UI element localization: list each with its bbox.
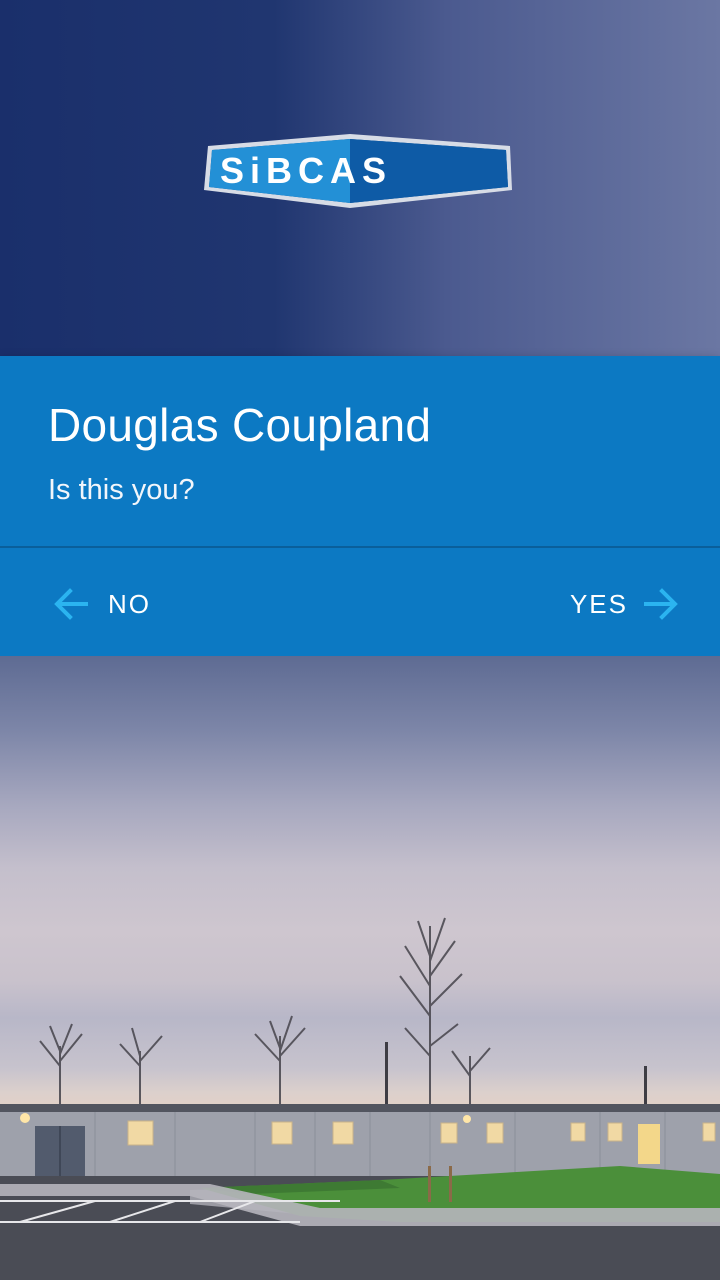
svg-text:SiBCAS: SiBCAS [220, 150, 392, 191]
building-scene-illustration [0, 917, 720, 1280]
yes-button-label: YES [569, 588, 628, 619]
sibcas-logo: SiBCAS [204, 134, 512, 208]
user-name: Douglas Coupland [48, 399, 432, 451]
yes-button[interactable]: YES [570, 575, 680, 633]
arrow-left-icon [54, 588, 88, 620]
card-divider [0, 546, 720, 548]
no-button[interactable]: NO [52, 575, 151, 633]
no-button-label: NO [108, 588, 151, 619]
arrow-right-icon [644, 588, 678, 620]
identity-question: Is this you? [48, 474, 195, 506]
background-photo [0, 656, 720, 1280]
